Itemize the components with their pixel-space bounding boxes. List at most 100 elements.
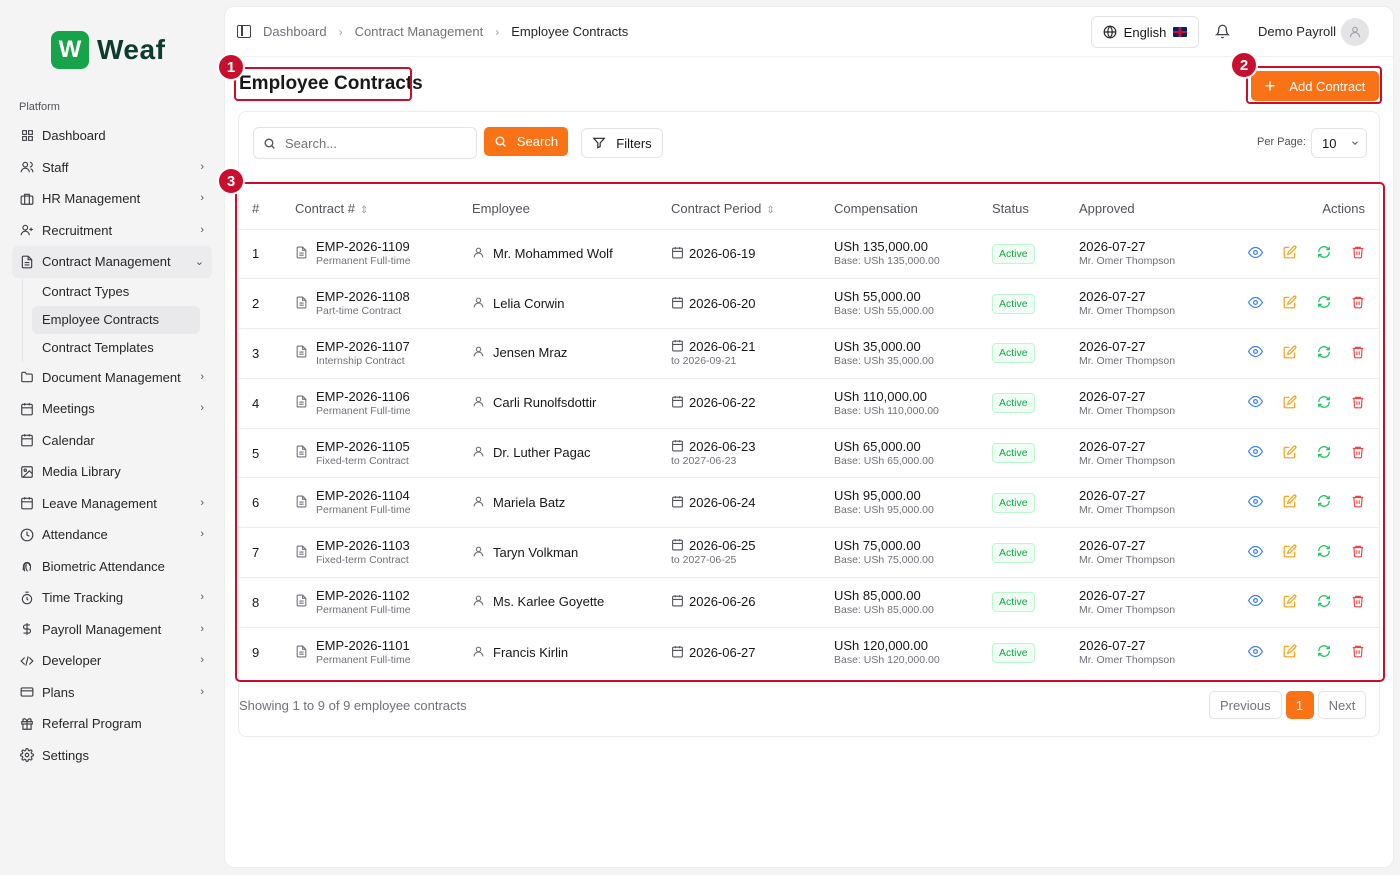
sidebar-toggle-icon[interactable] [237, 25, 251, 38]
table-row[interactable]: 7 EMP-2026-1103 Fixed-term Contract Tary… [239, 527, 1379, 579]
filters-button[interactable]: Filters [581, 128, 663, 158]
col-period[interactable]: Contract Period ⇕ [671, 189, 834, 230]
sidebar-subitem-employee-contracts[interactable]: Employee Contracts [32, 305, 200, 334]
sidebar-item-plans[interactable]: Plans › [12, 677, 212, 709]
delete-icon[interactable] [1351, 644, 1365, 661]
compensation: USh 95,000.00 [834, 488, 921, 504]
edit-icon[interactable] [1283, 494, 1297, 511]
language-selector[interactable]: English [1091, 16, 1199, 48]
renew-icon[interactable] [1317, 494, 1331, 511]
renew-icon[interactable] [1317, 245, 1331, 262]
sidebar-item-biometric-attendance[interactable]: Biometric Attendance [12, 551, 212, 583]
delete-icon[interactable] [1351, 295, 1365, 312]
sidebar-item-dashboard[interactable]: Dashboard [12, 120, 212, 152]
renew-icon[interactable] [1317, 395, 1331, 412]
sidebar-item-developer[interactable]: Developer › [12, 645, 212, 677]
sidebar-item-payroll-management[interactable]: Payroll Management › [12, 614, 212, 646]
dollar-icon [20, 622, 34, 636]
status-badge: Active [992, 642, 1035, 663]
view-icon[interactable] [1247, 245, 1264, 263]
user-icon [472, 645, 485, 661]
base-compensation: Base: USh 55,000.00 [834, 305, 934, 318]
delete-icon[interactable] [1351, 594, 1365, 611]
file-icon [20, 255, 34, 269]
view-icon[interactable] [1247, 544, 1264, 562]
search-box [253, 127, 477, 159]
view-icon[interactable] [1247, 394, 1264, 412]
table-row[interactable]: 3 EMP-2026-1107 Internship Contract Jens… [239, 328, 1379, 379]
edit-icon[interactable] [1283, 345, 1297, 362]
file-icon [295, 545, 308, 561]
renew-icon[interactable] [1317, 295, 1331, 312]
delete-icon[interactable] [1351, 245, 1365, 262]
sidebar-item-staff[interactable]: Staff › [12, 152, 212, 184]
page-button-1[interactable]: 1 [1285, 691, 1314, 719]
view-icon[interactable] [1247, 295, 1264, 313]
sidebar-item-referral-program[interactable]: Referral Program [12, 708, 212, 740]
sidebar-item-calendar[interactable]: Calendar [12, 425, 212, 457]
compensation: USh 55,000.00 [834, 289, 921, 305]
delete-icon[interactable] [1351, 395, 1365, 412]
chevron-right-icon: › [200, 685, 204, 698]
table-row[interactable]: 2 EMP-2026-1108 Part-time Contract Lelia… [239, 278, 1379, 330]
bell-icon[interactable] [1215, 24, 1230, 39]
edit-icon[interactable] [1283, 594, 1297, 611]
view-icon[interactable] [1247, 644, 1264, 662]
renew-icon[interactable] [1317, 445, 1331, 462]
view-icon[interactable] [1247, 593, 1264, 611]
table-row[interactable]: 1 EMP-2026-1109 Permanent Full-time Mr. … [239, 229, 1379, 280]
delete-icon[interactable] [1351, 445, 1365, 462]
view-icon[interactable] [1247, 444, 1264, 462]
table-row[interactable]: 8 EMP-2026-1102 Permanent Full-time Ms. … [239, 577, 1379, 628]
edit-icon[interactable] [1283, 295, 1297, 312]
table-row[interactable]: 5 EMP-2026-1105 Fixed-term Contract Dr. … [239, 428, 1379, 479]
renew-icon[interactable] [1317, 644, 1331, 661]
edit-icon[interactable] [1283, 245, 1297, 262]
delete-icon[interactable] [1351, 544, 1365, 561]
delete-icon[interactable] [1351, 494, 1365, 511]
sidebar-item-recruitment[interactable]: Recruitment › [12, 215, 212, 247]
sidebar-subitem-contract-types[interactable]: Contract Types [32, 278, 200, 306]
view-icon[interactable] [1247, 344, 1264, 362]
brand-logo[interactable]: W Weaf [51, 31, 165, 69]
file-icon [295, 395, 308, 411]
col-number: # [239, 189, 295, 230]
chevron-down-icon: ⌄ [194, 256, 204, 268]
table-row[interactable]: 4 EMP-2026-1106 Permanent Full-time Carl… [239, 378, 1379, 429]
user-name[interactable]: Demo Payroll [1258, 24, 1336, 39]
renew-icon[interactable] [1317, 345, 1331, 362]
renew-icon[interactable] [1317, 544, 1331, 561]
breadcrumb-contract-management[interactable]: Contract Management [355, 24, 484, 39]
search-button[interactable]: Search [484, 127, 568, 156]
breadcrumb-dashboard[interactable]: Dashboard [263, 24, 327, 39]
chevron-right-icon: › [495, 24, 500, 39]
per-page-select[interactable]: 10 [1311, 128, 1367, 158]
previous-button[interactable]: Previous [1209, 691, 1282, 719]
sidebar-item-contract-management[interactable]: Contract Management ⌄ [12, 246, 212, 278]
sidebar-item-document-management[interactable]: Document Management › [12, 362, 212, 394]
edit-icon[interactable] [1283, 395, 1297, 412]
sidebar-item-hr-management[interactable]: HR Management › [12, 183, 212, 215]
sidebar-subitem-contract-templates[interactable]: Contract Templates [32, 334, 200, 362]
search-input[interactable] [285, 135, 465, 151]
col-contract[interactable]: Contract # ⇕ [295, 189, 472, 230]
sidebar-item-attendance[interactable]: Attendance › [12, 519, 212, 551]
table-row[interactable]: 6 EMP-2026-1104 Permanent Full-time Mari… [239, 477, 1379, 529]
compensation: USh 120,000.00 [834, 638, 928, 654]
sort-icon[interactable]: ⇕ [766, 205, 774, 216]
sort-icon[interactable]: ⇕ [360, 205, 368, 216]
sidebar-item-leave-management[interactable]: Leave Management › [12, 488, 212, 520]
next-button[interactable]: Next [1317, 691, 1367, 719]
edit-icon[interactable] [1283, 644, 1297, 661]
edit-icon[interactable] [1283, 445, 1297, 462]
sidebar-item-settings[interactable]: Settings [12, 740, 212, 772]
renew-icon[interactable] [1317, 594, 1331, 611]
delete-icon[interactable] [1351, 345, 1365, 362]
table-row[interactable]: 9 EMP-2026-1101 Permanent Full-time Fran… [239, 627, 1379, 677]
sidebar-item-media-library[interactable]: Media Library [12, 456, 212, 488]
view-icon[interactable] [1247, 494, 1264, 512]
avatar[interactable] [1341, 18, 1369, 46]
sidebar-item-meetings[interactable]: Meetings › [12, 393, 212, 425]
edit-icon[interactable] [1283, 544, 1297, 561]
sidebar-item-time-tracking[interactable]: Time Tracking › [12, 582, 212, 614]
